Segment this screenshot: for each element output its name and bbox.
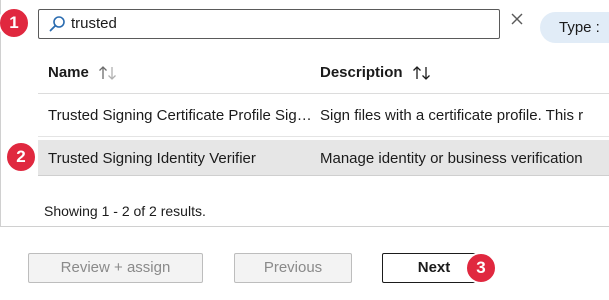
sort-icon[interactable] xyxy=(97,65,119,81)
row-divider xyxy=(38,136,609,137)
step-badge-2: 2 xyxy=(5,141,37,173)
type-filter-pill[interactable]: Type : xyxy=(540,12,609,43)
results-count: Showing 1 - 2 of 2 results. xyxy=(44,203,206,219)
panel-left-border xyxy=(0,0,1,226)
review-assign-button[interactable]: Review + assign xyxy=(28,253,203,283)
column-header-description[interactable]: Description xyxy=(320,64,433,81)
step-badge-1: 1 xyxy=(0,7,30,39)
type-filter-label: Type : xyxy=(559,19,600,36)
role-description: Manage identity or business verification xyxy=(320,150,583,167)
table-row-selected[interactable]: Trusted Signing Identity Verifier Manage… xyxy=(38,140,609,176)
sort-icon[interactable] xyxy=(411,65,433,81)
search-input[interactable]: trusted xyxy=(38,9,500,39)
table-row[interactable]: Trusted Signing Certificate Profile Sign… xyxy=(38,97,609,133)
header-divider xyxy=(38,93,609,94)
role-name: Trusted Signing Identity Verifier xyxy=(48,150,256,167)
search-icon xyxy=(49,16,65,32)
previous-button[interactable]: Previous xyxy=(234,253,352,283)
column-header-description-label: Description xyxy=(320,64,403,81)
role-name: Trusted Signing Certificate Profile Sign… xyxy=(48,107,313,124)
step-badge-3: 3 xyxy=(465,252,497,284)
column-header-name-label: Name xyxy=(48,64,89,81)
search-input-value[interactable]: trusted xyxy=(71,15,117,32)
column-header-name[interactable]: Name xyxy=(48,64,119,81)
footer-divider xyxy=(0,226,609,227)
role-description: Sign files with a certificate profile. T… xyxy=(320,107,584,124)
close-icon[interactable] xyxy=(510,12,524,26)
